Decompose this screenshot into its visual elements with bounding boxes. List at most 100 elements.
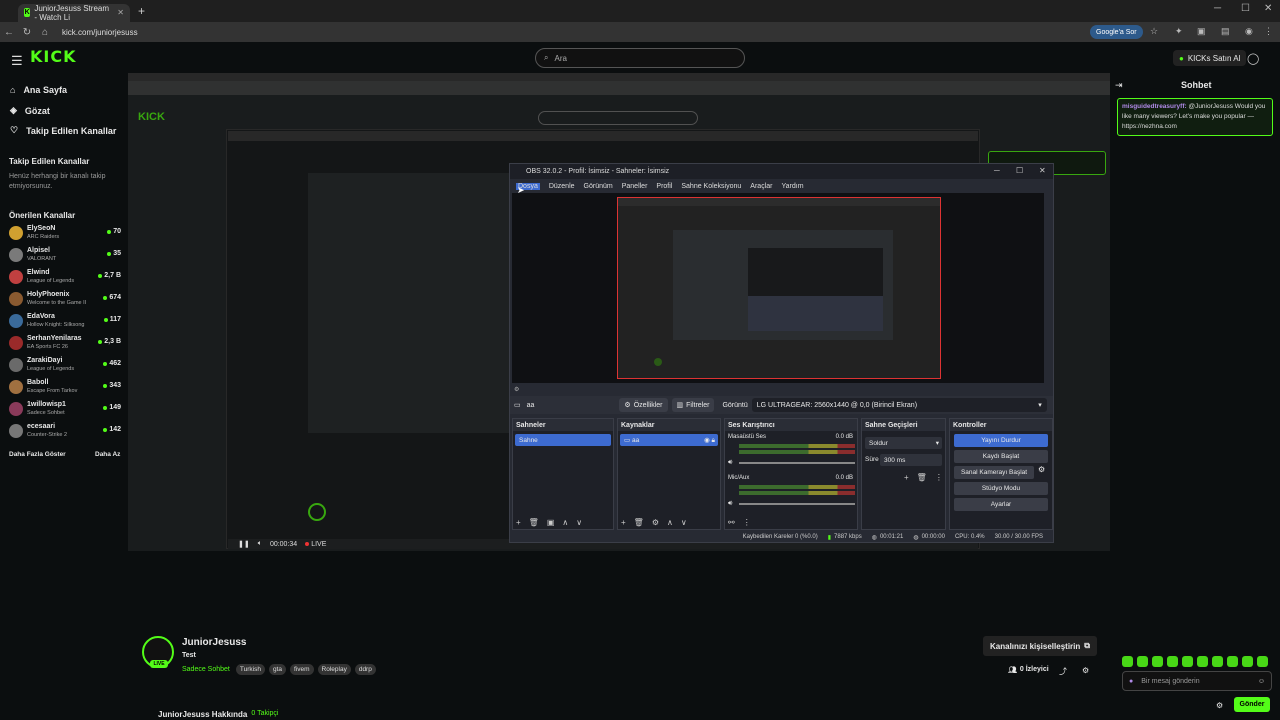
sidebar-channel[interactable]: Baboll Escape From Tarkov 343 [9, 378, 121, 399]
obs-menu-item[interactable]: Düzenle [549, 183, 575, 190]
sidebar-item-following[interactable]: ♡ Takip Edilen Kanallar [10, 125, 116, 136]
google-ask-button[interactable]: Google'a Sor [1090, 25, 1143, 39]
reload-icon[interactable]: ↻ [18, 27, 36, 38]
maximize-icon[interactable]: ☐ [1241, 3, 1250, 14]
show-more-link[interactable]: Daha Fazla Göster [9, 451, 66, 458]
browser-menu-icon[interactable]: ⋮ [1264, 26, 1273, 37]
start-recording-button[interactable]: Kaydı Başlat [954, 450, 1048, 463]
obs-menu-item[interactable]: Yardım [781, 183, 803, 190]
obs-menu-item[interactable]: Profil [656, 183, 672, 190]
sidebar-channel[interactable]: ZarakiDayi League of Legends 462 [9, 356, 121, 377]
back-icon[interactable]: ← [0, 27, 18, 38]
sidebar-channel[interactable]: ecesaari Counter-Strike 2 142 [9, 422, 121, 443]
show-less-link[interactable]: Daha Az [95, 451, 120, 458]
obs-maximize-icon[interactable]: ☐ [1016, 166, 1023, 175]
search-input[interactable]: ⌕ Ara [535, 48, 745, 68]
scene-item[interactable]: Sahne [515, 434, 611, 446]
emote-icon[interactable] [1227, 656, 1238, 667]
url-field[interactable]: kick.com/juniorjesuss [62, 28, 138, 37]
display-select[interactable]: LG ULTRAGEAR: 2560x1440 @ 0,0 (Birincil … [751, 398, 1047, 412]
user-avatar-icon[interactable]: ◯ [1247, 52, 1259, 65]
emote-icon[interactable] [1137, 656, 1148, 667]
stop-stream-button[interactable]: Yayını Durdur [954, 434, 1048, 447]
minimize-icon[interactable]: ─ [1214, 3, 1221, 14]
emote-icon[interactable] [1122, 656, 1133, 667]
menu-icon[interactable]: ☰ [11, 53, 23, 69]
move-up-icon[interactable]: ∧ [667, 518, 673, 527]
extension-icon[interactable]: ✦ [1175, 26, 1183, 37]
studio-mode-button[interactable]: Stüdyo Modu [954, 482, 1048, 495]
close-window-icon[interactable]: ✕ [1264, 3, 1272, 14]
chat-username[interactable]: misguidedtreasuryff: [1122, 103, 1187, 110]
emote-icon[interactable] [1167, 656, 1178, 667]
speaker-icon[interactable]: 🔊︎ [728, 459, 732, 467]
sidebar-item-browse[interactable]: ◈ Gözat [10, 105, 50, 116]
extensions-puzzle-icon[interactable]: ▣ [1197, 26, 1206, 37]
browser-tab[interactable]: K JuniorJesuss Stream - Watch Li ✕ [18, 3, 130, 22]
source-gear-icon[interactable]: ⚙ [652, 518, 659, 527]
profile-icon[interactable]: ◉ [1245, 26, 1253, 37]
sidebar-channel[interactable]: SerhanYenilaras EA Sports FC 26 2,3 B [9, 334, 121, 355]
obs-close-icon[interactable]: ✕ [1039, 166, 1046, 175]
buy-kicks-button[interactable]: ● KICKs Satın Al [1173, 50, 1247, 66]
filters-button[interactable]: ▥ Filtreler [671, 398, 715, 412]
obs-preview[interactable] [512, 193, 1044, 383]
obs-minimize-icon[interactable]: ─ [994, 166, 1000, 175]
close-tab-icon[interactable]: ✕ [117, 8, 124, 17]
remove-scene-icon[interactable]: 🗑︎ [529, 518, 539, 527]
emote-icon[interactable] [1257, 656, 1268, 667]
remove-transition-icon[interactable]: 🗑︎ [917, 473, 927, 482]
emoji-icon[interactable]: ☺ [1258, 678, 1265, 685]
desktop-volume-slider[interactable] [739, 462, 855, 464]
emote-icon[interactable] [1197, 656, 1208, 667]
sidebar-channel[interactable]: Alpisel VALORANT 35 [9, 246, 121, 267]
new-tab-icon[interactable]: + [138, 4, 145, 18]
speaker-icon[interactable]: 🔊︎ [728, 500, 732, 508]
obs-menu-item[interactable]: Sahne Koleksiyonu [681, 183, 741, 190]
stream-tag[interactable]: Roleplay [317, 664, 351, 675]
category-link[interactable]: Sadece Sohbet [182, 666, 230, 673]
options-icon[interactable]: ⚙ [1082, 666, 1089, 675]
obs-menu-item[interactable]: Görünüm [584, 183, 613, 190]
link-icon[interactable]: ⚯ [728, 518, 735, 527]
obs-menu-item[interactable]: Paneller [622, 183, 648, 190]
volume-icon[interactable]: 🔈︎ [258, 540, 262, 548]
chat-input[interactable]: ● Bir mesaj gönderin ☺ [1122, 671, 1272, 691]
stream-tag[interactable]: ddrp [354, 664, 376, 675]
eye-icon[interactable]: ◉ 🔒︎ [704, 436, 715, 445]
transition-select[interactable]: Soldur ▾ [865, 437, 942, 449]
add-source-icon[interactable]: + [621, 518, 626, 527]
sidebar-channel[interactable]: ElySeoN ARC Raiders 70 [9, 224, 121, 245]
chat-settings-icon[interactable]: ⚙ [1216, 701, 1223, 710]
customize-channel-button[interactable]: Kanalınızı kişiselleştirin ⧉ [983, 636, 1097, 656]
stream-tag[interactable]: Turkish [235, 664, 265, 675]
transition-menu-icon[interactable]: ⋮ [935, 473, 943, 482]
channel-name[interactable]: JuniorJesuss [182, 637, 246, 648]
mic-volume-slider[interactable] [739, 503, 855, 505]
sidebar-channel[interactable]: 1willowisp1 Sadece Sohbet 149 [9, 400, 121, 421]
emote-icon[interactable] [1212, 656, 1223, 667]
obs-menu-item[interactable]: Araçlar [750, 183, 772, 190]
emote-icon[interactable] [1242, 656, 1253, 667]
stream-tag[interactable]: gta [268, 664, 286, 675]
sidebar-channel[interactable]: Elwind League of Legends 2,7 B [9, 268, 121, 289]
properties-button[interactable]: ⚙ Özellikler [619, 398, 668, 412]
source-item[interactable]: ▭ aa ◉ 🔒︎ [620, 434, 718, 446]
sidebar-channel[interactable]: HolyPhoenix Welcome to the Game II 674 [9, 290, 121, 311]
share-icon[interactable]: ⤴ [1059, 666, 1067, 677]
mixer-menu-icon[interactable]: ⋮ [743, 518, 751, 527]
sidebar-item-home[interactable]: ⌂ Ana Sayfa [10, 85, 67, 95]
kicks-icon[interactable]: ● [1129, 678, 1133, 685]
virtual-camera-gear-icon[interactable]: ⚙ [1038, 465, 1045, 474]
add-transition-icon[interactable]: + [904, 473, 909, 482]
move-down-icon[interactable]: ∨ [576, 518, 582, 527]
sidebar-channel[interactable]: EdaVora Hollow Knight: Silksong 117 [9, 312, 121, 333]
emote-icon[interactable] [1182, 656, 1193, 667]
remove-source-icon[interactable]: 🗑︎ [634, 518, 644, 527]
source-settings-icon[interactable]: ⚙ [514, 386, 519, 393]
emote-icon[interactable] [1152, 656, 1163, 667]
avatar[interactable]: LIVE [142, 636, 174, 668]
move-down-icon[interactable]: ∨ [681, 518, 687, 527]
sidebar-icon[interactable]: ▤ [1221, 26, 1230, 37]
kick-logo[interactable]: KICK [30, 47, 77, 66]
